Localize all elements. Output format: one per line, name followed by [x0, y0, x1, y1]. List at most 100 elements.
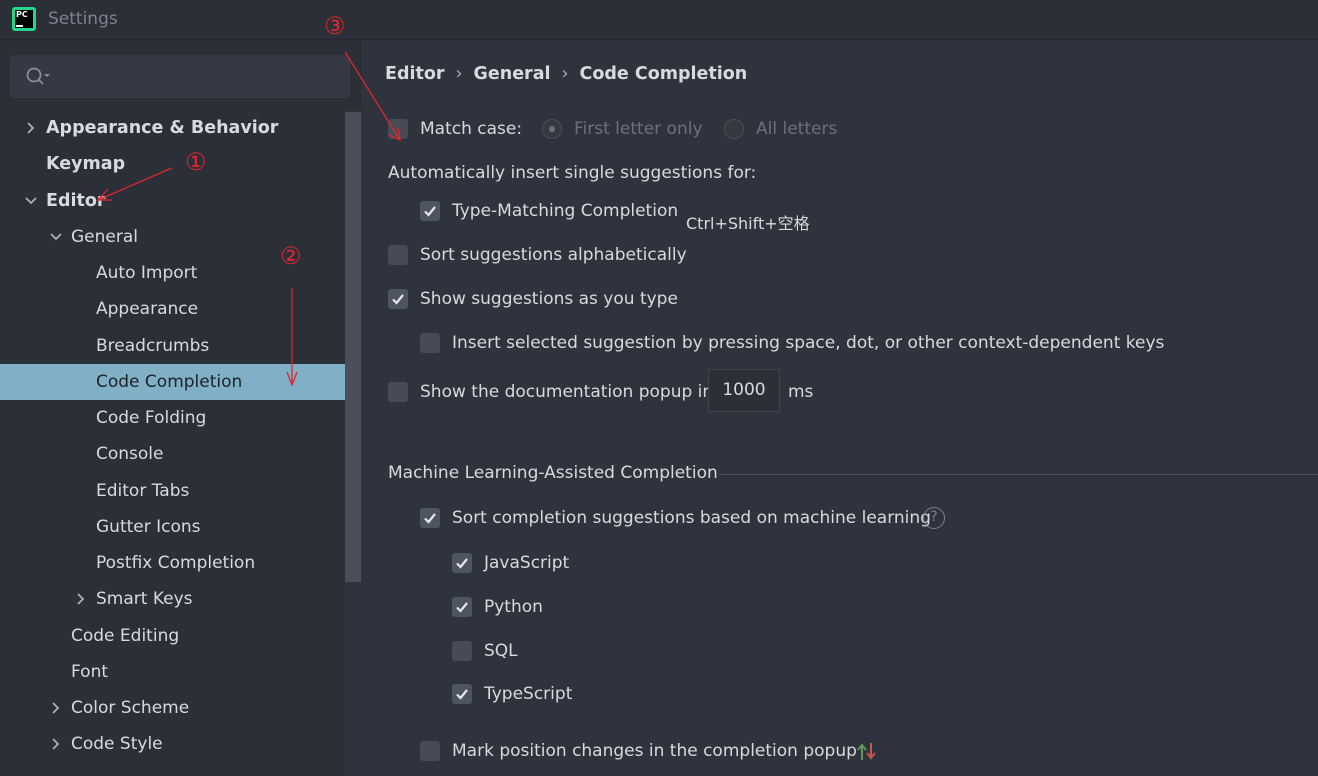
show-as-you-type-checkbox[interactable] [388, 289, 408, 309]
sidebar-item-label: Editor Tabs [96, 480, 190, 501]
checkmark-icon [456, 689, 468, 700]
search-icon[interactable] [24, 65, 50, 89]
ml-sort-checkbox[interactable] [420, 508, 440, 528]
sidebar-item-label: Smart Keys [96, 589, 193, 610]
type-matching-shortcut: Ctrl+Shift+空格 [686, 214, 810, 233]
sidebar-item-breadcrumbs[interactable]: Breadcrumbs [0, 328, 345, 364]
pycharm-logo-icon: PC [12, 7, 36, 31]
sidebar-scrollbar-thumb[interactable] [345, 112, 361, 582]
checkmark-icon [424, 513, 436, 524]
first-letter-only-radio[interactable] [542, 119, 562, 139]
language-checkbox-javascript[interactable] [452, 553, 472, 573]
chevron-down-icon[interactable] [47, 219, 63, 255]
show-as-you-type-row: Show suggestions as you type [388, 287, 788, 311]
sidebar-item-label: Breadcrumbs [96, 335, 210, 356]
sidebar-item-console[interactable]: Console [0, 436, 345, 472]
sidebar-item-smart-keys[interactable]: Smart Keys [0, 581, 345, 617]
type-matching-label: Type-Matching Completion [452, 201, 679, 221]
language-row-typescript: TypeScript [452, 682, 652, 706]
all-letters-label: All letters [756, 119, 838, 139]
chevron-down-icon[interactable] [22, 183, 38, 219]
sidebar-item-postfix-completion[interactable]: Postfix Completion [0, 545, 345, 581]
first-letter-only-label: First letter only [574, 119, 703, 139]
sidebar-item-label: Auto Import [96, 263, 198, 283]
sidebar-item-label: Code Completion [96, 371, 243, 392]
language-label: JavaScript [484, 553, 570, 573]
sidebar-item-label: Code Folding [96, 408, 207, 428]
annotation-mark-1: ① [185, 148, 207, 176]
sort-alphabetically-row: Sort suggestions alphabetically [388, 243, 788, 267]
checkmark-icon [392, 294, 404, 305]
sidebar-item-label: Gutter Icons [96, 516, 201, 537]
language-label: SQL [484, 641, 518, 661]
all-letters-radio[interactable] [724, 119, 744, 139]
sidebar-item-label: Postfix Completion [96, 553, 256, 573]
mark-position-label: Mark position changes in the completion … [452, 741, 857, 761]
checkmark-icon [424, 206, 436, 217]
breadcrumb-separator: › [561, 64, 569, 84]
settings-sidebar: Appearance & Behavior Keymap Editor General… [0, 40, 362, 776]
doc-popup-delay-input[interactable]: 1000 [708, 369, 780, 412]
ml-section-title: Machine Learning-Assisted Completion [388, 463, 718, 483]
mark-position-checkbox[interactable] [420, 741, 440, 761]
insert-selected-checkbox[interactable] [420, 333, 440, 353]
position-change-arrows-icon [857, 743, 876, 760]
ml-sort-label: Sort completion suggestions based on mac… [452, 508, 931, 528]
sidebar-item-label: Code Editing [71, 625, 180, 646]
language-row-javascript: JavaScript [452, 551, 652, 575]
language-checkbox-sql[interactable] [452, 641, 472, 661]
match-case-checkbox[interactable] [388, 119, 408, 139]
sidebar-item-label: Appearance & Behavior [46, 118, 279, 138]
sidebar-item-label: Font [71, 661, 109, 682]
language-label: TypeScript [484, 684, 573, 704]
language-checkbox-typescript[interactable] [452, 684, 472, 704]
sidebar-item-font[interactable]: Font [0, 654, 345, 690]
sidebar-item-color-scheme[interactable]: Color Scheme [0, 690, 345, 726]
breadcrumb-item: Code Completion [579, 64, 748, 84]
language-label: Python [484, 597, 543, 617]
sidebar-item-code-style[interactable]: Code Style [0, 726, 345, 762]
show-as-you-type-label: Show suggestions as you type [420, 289, 678, 309]
doc-popup-checkbox[interactable] [388, 382, 408, 402]
sort-alphabetically-checkbox[interactable] [388, 245, 408, 265]
section-divider [719, 474, 1318, 475]
sidebar-item-gutter-icons[interactable]: Gutter Icons [0, 509, 345, 545]
sidebar-item-code-completion[interactable]: Code Completion [0, 363, 345, 400]
sidebar-item-code-editing[interactable]: Code Editing [0, 618, 345, 654]
sidebar-item-code-folding[interactable]: Code Folding [0, 400, 345, 436]
first-letter-only-option[interactable]: First letter only [542, 117, 722, 141]
sidebar-item-appearance-behavior[interactable]: Appearance & Behavior [0, 110, 345, 146]
sidebar-item-editor[interactable]: Editor [0, 183, 345, 219]
sidebar-item-label: Keymap [46, 154, 126, 175]
all-letters-option[interactable]: All letters [724, 117, 864, 141]
breadcrumb-item[interactable]: Editor [385, 64, 445, 84]
sidebar-item-label: Appearance [96, 299, 199, 320]
sidebar-item-editor-tabs[interactable]: Editor Tabs [0, 473, 345, 509]
sidebar-item-keymap[interactable]: Keymap [0, 146, 345, 182]
sidebar-item-label: Console [96, 444, 164, 465]
sidebar-item-label: Code Style [71, 734, 163, 755]
title-bar: PC Settings [0, 0, 1318, 40]
sidebar-item-appearance[interactable]: Appearance [0, 291, 345, 327]
sidebar-item-label: General [71, 226, 138, 247]
breadcrumb: Editor › General › Code Completion [385, 64, 747, 84]
type-matching-checkbox[interactable] [420, 201, 440, 221]
doc-popup-row: Show the documentation popup in [388, 380, 713, 404]
language-row-python: Python [452, 595, 652, 619]
chevron-right-icon[interactable] [22, 110, 38, 146]
sidebar-item-label: Editor [46, 190, 106, 211]
checkmark-icon [456, 558, 468, 569]
ml-sort-row: Sort completion suggestions based on mac… [420, 506, 931, 530]
doc-popup-label: Show the documentation popup in [420, 382, 714, 402]
chevron-right-icon[interactable] [47, 726, 63, 762]
search-input[interactable] [10, 55, 350, 98]
auto-insert-heading: Automatically insert single suggestions … [388, 163, 757, 183]
insert-selected-row: Insert selected suggestion by pressing s… [420, 331, 1180, 355]
chevron-right-icon[interactable] [47, 690, 63, 726]
chevron-right-icon[interactable] [72, 581, 88, 617]
language-checkbox-python[interactable] [452, 597, 472, 617]
help-icon[interactable]: ? [923, 507, 945, 529]
breadcrumb-item[interactable]: General [474, 64, 551, 84]
sidebar-item-label: Color Scheme [71, 698, 190, 718]
mark-position-row: Mark position changes in the completion … [420, 739, 860, 763]
